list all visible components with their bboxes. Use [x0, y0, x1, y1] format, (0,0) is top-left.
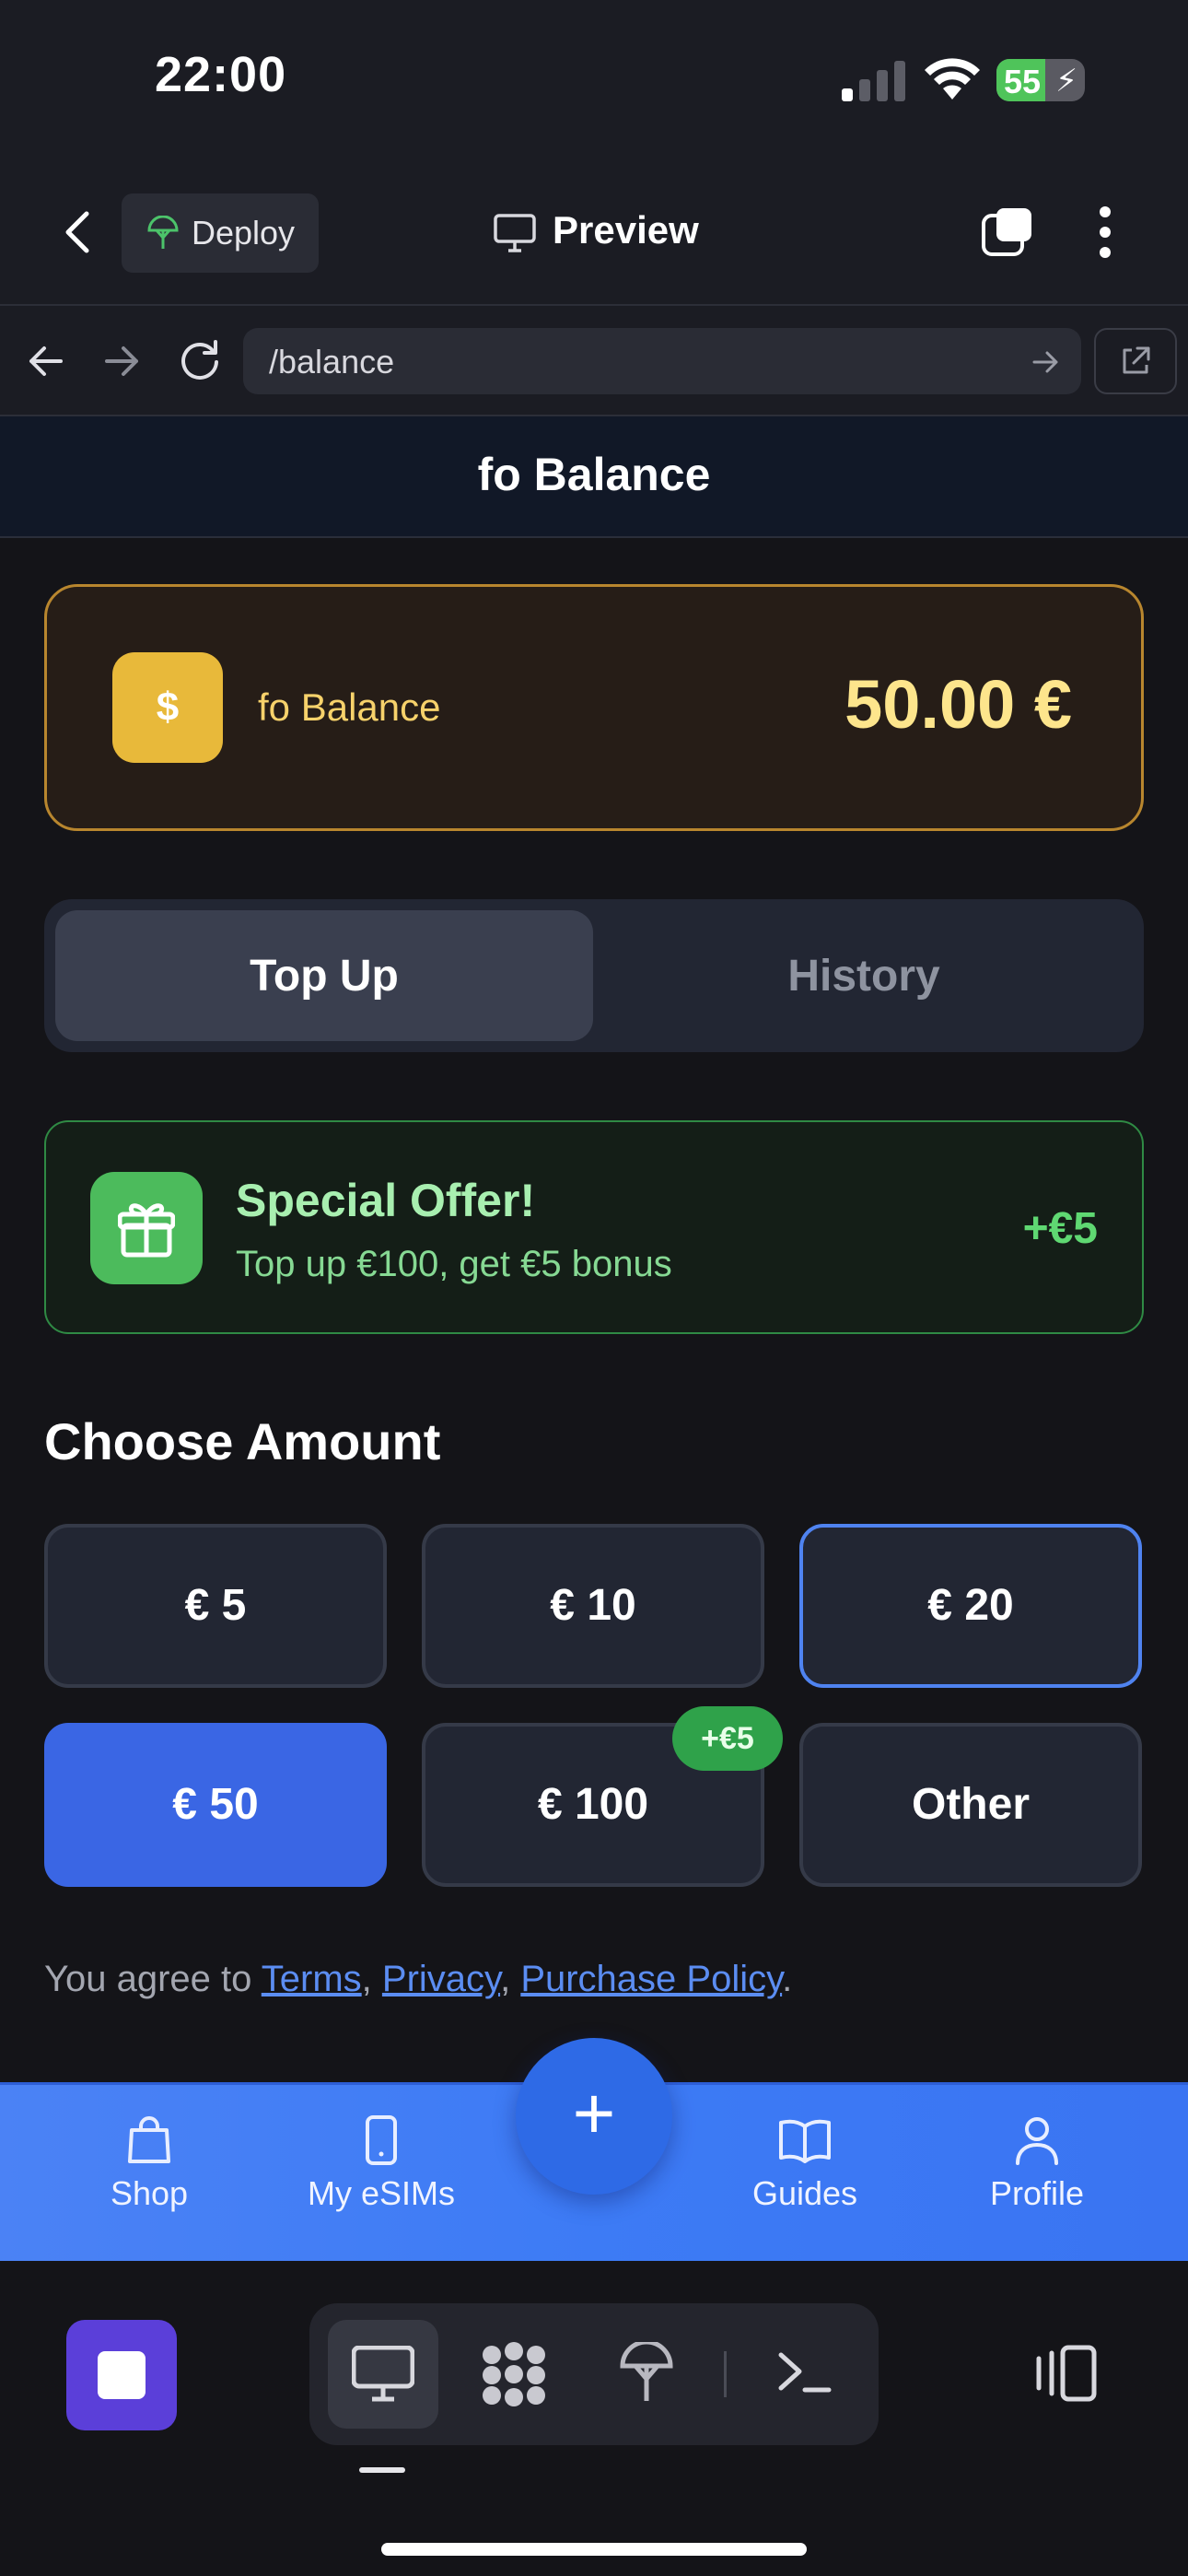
arrow-right-icon[interactable]: [101, 341, 142, 381]
amount-option-20[interactable]: € 20: [799, 1524, 1142, 1688]
agreement-separator: ,: [361, 1959, 382, 1999]
purchase-policy-link[interactable]: Purchase Policy: [520, 1959, 782, 1999]
nav-label-my-esims: My eSIMs: [307, 2174, 455, 2212]
add-fab-button[interactable]: +: [516, 2038, 672, 2195]
nav-item-guides[interactable]: Guides: [713, 2115, 897, 2213]
home-indicator[interactable]: [381, 2543, 807, 2556]
phone-icon: [366, 2115, 397, 2165]
url-text: /balance: [269, 343, 395, 381]
back-chevron-icon[interactable]: [52, 205, 107, 260]
battery-level: 55: [1004, 63, 1042, 100]
tabs-icon[interactable]: [980, 205, 1035, 260]
nav-label-profile: Profile: [989, 2174, 1085, 2212]
page-title: fo Balance: [477, 449, 711, 500]
more-options-icon[interactable]: [1094, 205, 1116, 260]
battery-icon: 55 ⚡: [996, 59, 1085, 101]
offer-title: Special Offer!: [236, 1175, 536, 1226]
dock-divider: [724, 2351, 727, 2397]
nav-item-my-esims[interactable]: My eSIMs: [289, 2115, 473, 2213]
stop-button[interactable]: [66, 2320, 177, 2430]
go-arrow-icon[interactable]: [1031, 348, 1059, 376]
url-field[interactable]: /balance: [243, 328, 1081, 394]
tab-top-up[interactable]: Top Up: [55, 951, 593, 1001]
dock-selection-indicator: [359, 2467, 405, 2473]
offer-bonus: +€5: [1022, 1204, 1098, 1253]
user-icon: [1016, 2117, 1058, 2165]
open-external-button[interactable]: [1094, 328, 1177, 394]
preview-title: Preview: [553, 208, 699, 252]
agent-swirl-icon[interactable]: [479, 2342, 549, 2406]
offer-subtitle: Top up €100, get €5 bonus: [236, 1244, 672, 1284]
terms-link[interactable]: Terms: [262, 1959, 362, 1999]
terminal-icon[interactable]: [777, 2349, 833, 2395]
bonus-badge: +€5: [672, 1706, 783, 1771]
amount-option-10[interactable]: € 10: [422, 1524, 764, 1688]
nav-item-profile[interactable]: Profile: [945, 2115, 1129, 2213]
amount-option-50[interactable]: € 50: [44, 1723, 387, 1887]
deploy-dock-icon[interactable]: [619, 2342, 674, 2403]
agreement-prefix: You agree to: [44, 1959, 262, 1999]
deploy-label: Deploy: [192, 214, 296, 252]
gift-badge: [90, 1172, 203, 1284]
nav-label-guides: Guides: [751, 2174, 858, 2212]
amount-option-5[interactable]: € 5: [44, 1524, 387, 1688]
deploy-button[interactable]: Deploy: [122, 193, 319, 273]
charging-bolt-icon: ⚡: [1055, 64, 1077, 99]
dollar-coin-icon: $: [112, 652, 223, 763]
amount-option-other[interactable]: Other: [799, 1723, 1142, 1887]
monitor-icon: [494, 214, 536, 252]
cellular-signal-icon: [842, 61, 905, 101]
arrow-left-icon[interactable]: [26, 341, 66, 381]
balance-label: fo Balance: [258, 685, 441, 729]
wifi-icon: [925, 58, 980, 100]
split-view-icon[interactable]: [1031, 2344, 1098, 2403]
privacy-link[interactable]: Privacy: [382, 1959, 500, 1999]
book-open-icon: [779, 2119, 831, 2163]
agreement-suffix: .: [782, 1959, 793, 1999]
reload-icon[interactable]: [177, 337, 223, 383]
nav-label-shop: Shop: [110, 2174, 189, 2212]
deploy-icon: [147, 216, 179, 249]
stop-icon: [98, 2351, 146, 2399]
choose-amount-title: Choose Amount: [44, 1412, 441, 1470]
desktop-preview-icon[interactable]: [352, 2346, 414, 2403]
gift-icon: [118, 1203, 175, 1258]
tab-history[interactable]: History: [595, 951, 1133, 1001]
agreement-text: You agree to Terms, Privacy, Purchase Po…: [44, 1959, 792, 2000]
nav-item-shop[interactable]: Shop: [57, 2115, 241, 2213]
shopping-bag-icon: [128, 2116, 170, 2163]
agreement-separator: ,: [500, 1959, 521, 1999]
balance-amount: 50.00 €: [844, 666, 1072, 743]
external-link-icon: [1123, 346, 1150, 374]
status-time: 22:00: [155, 47, 287, 102]
